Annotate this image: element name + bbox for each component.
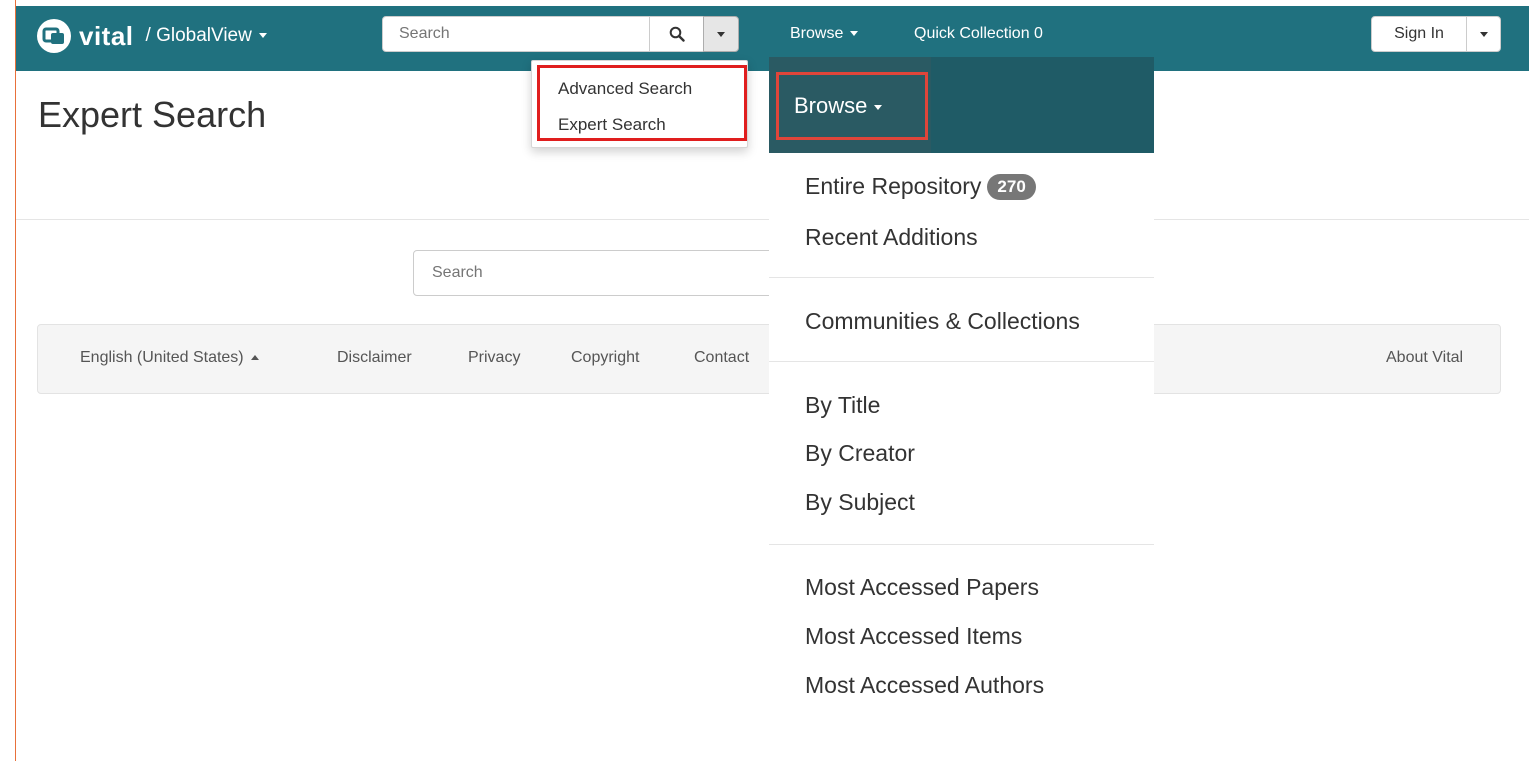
- brand[interactable]: vital / GlobalView: [37, 16, 267, 56]
- browse-toggle-button[interactable]: Browse: [776, 72, 928, 140]
- browse-toggle-label: Browse: [794, 93, 868, 118]
- browse-entire-repository[interactable]: Entire Repository 270: [805, 173, 1036, 200]
- language-label: English (United States): [80, 349, 244, 366]
- menu-divider: [769, 361, 1154, 362]
- nav-browse[interactable]: Browse: [790, 16, 859, 52]
- scope-selector[interactable]: / GlobalView: [146, 25, 267, 47]
- browse-by-title[interactable]: By Title: [805, 392, 880, 419]
- footer-link-privacy[interactable]: Privacy: [468, 349, 520, 367]
- caret-down-icon: [258, 33, 267, 39]
- browse-entire-repository-label: Entire Repository: [805, 173, 982, 199]
- caret-down-icon: [1479, 31, 1488, 37]
- menu-item-expert-search[interactable]: Expert Search: [558, 115, 666, 135]
- browse-menu-header: Browse: [769, 57, 1154, 153]
- sign-in-options-toggle[interactable]: [1466, 16, 1501, 52]
- browse-menu: Browse Entire Repository 270 Recent Addit…: [769, 57, 1154, 717]
- footer-link-about[interactable]: About Vital: [1386, 349, 1463, 367]
- caret-down-icon: [850, 31, 859, 37]
- nav-browse-label: Browse: [790, 25, 844, 42]
- footer-link-copyright[interactable]: Copyright: [571, 349, 639, 367]
- footer-link-contact[interactable]: Contact: [694, 349, 749, 367]
- scope-label: / GlobalView: [145, 25, 252, 46]
- caret-up-icon: [250, 355, 259, 361]
- search-button[interactable]: [649, 16, 704, 52]
- page-frame: vital / GlobalView Browse Quick Collecti…: [15, 0, 1529, 761]
- navbar-search-input[interactable]: [382, 16, 650, 52]
- caret-down-icon: [874, 104, 883, 110]
- browse-communities-collections[interactable]: Communities & Collections: [805, 308, 1080, 335]
- browse-most-accessed-papers[interactable]: Most Accessed Papers: [805, 574, 1039, 601]
- sign-in-button[interactable]: Sign In: [1371, 16, 1467, 52]
- brand-name: vital: [79, 20, 134, 51]
- browse-recent-additions[interactable]: Recent Additions: [805, 224, 978, 251]
- search-options-toggle[interactable]: [703, 16, 739, 52]
- count-badge: 270: [987, 174, 1036, 200]
- caret-down-icon: [717, 31, 725, 37]
- nav-quick-collection[interactable]: Quick Collection 0: [914, 16, 1043, 52]
- menu-item-advanced-search[interactable]: Advanced Search: [558, 79, 692, 99]
- browse-by-subject[interactable]: By Subject: [805, 489, 915, 516]
- footer-link-disclaimer[interactable]: Disclaimer: [337, 349, 412, 367]
- page-title: Expert Search: [38, 94, 267, 135]
- vital-logo-icon: [37, 19, 71, 53]
- language-selector[interactable]: English (United States): [80, 349, 259, 367]
- browse-most-accessed-authors[interactable]: Most Accessed Authors: [805, 672, 1044, 699]
- search-options-menu: Advanced Search Expert Search: [531, 60, 748, 148]
- browse-by-creator[interactable]: By Creator: [805, 440, 915, 467]
- menu-divider: [769, 544, 1154, 545]
- expert-search-input[interactable]: [413, 250, 783, 296]
- browse-most-accessed-items[interactable]: Most Accessed Items: [805, 623, 1022, 650]
- menu-divider: [769, 277, 1154, 278]
- search-icon: [669, 26, 685, 42]
